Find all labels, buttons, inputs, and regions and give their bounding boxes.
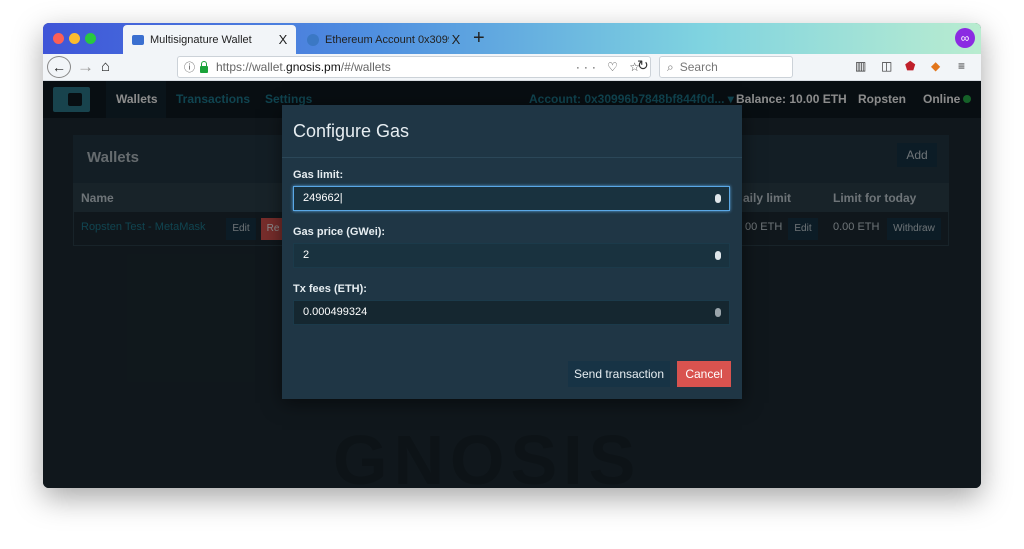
navigation-bar: ← → ⌂ ⓘ https://wallet.gnosis.pm/#/walle…	[43, 54, 981, 81]
cancel-button[interactable]: Cancel	[677, 361, 731, 387]
new-tab-button[interactable]: +	[473, 26, 485, 50]
configure-gas-dialog: Configure Gas Gas limit: 249662| Gas pri…	[282, 105, 742, 399]
url-bar[interactable]: ⓘ https://wallet.gnosis.pm/#/wallets ···…	[177, 56, 651, 78]
search-placeholder: Search	[679, 60, 718, 74]
home-icon[interactable]: ⌂	[101, 57, 110, 77]
tab-multisig-wallet[interactable]: Multisignature Wallet X	[123, 25, 296, 54]
lock-icon	[200, 60, 208, 73]
browser-window: Multisignature Wallet X Ethereum Account…	[43, 23, 981, 488]
forward-arrow-icon[interactable]: →	[77, 57, 94, 77]
tab-ethereum-account[interactable]: Ethereum Account 0x30996B7... X	[297, 25, 469, 54]
close-window-button[interactable]	[53, 33, 64, 44]
ublock-icon[interactable]: ⬟	[905, 59, 915, 73]
gas-price-input[interactable]: 2	[293, 243, 730, 268]
gas-limit-label: Gas limit:	[293, 169, 344, 181]
stepper-icon[interactable]	[715, 251, 721, 260]
tx-fees-value: 0.000499324	[303, 306, 368, 318]
metamask-fox-icon[interactable]: ◆	[931, 59, 940, 73]
zoom-window-button[interactable]	[85, 33, 96, 44]
stepper-icon	[715, 308, 721, 317]
search-icon: ⌕	[667, 59, 674, 74]
tx-fees-input: 0.000499324	[293, 300, 730, 325]
private-browsing-mask-icon: ∞	[955, 28, 975, 48]
page-actions-icons[interactable]: ··· ♡ ☆	[576, 60, 644, 74]
stepper-icon[interactable]	[715, 194, 721, 203]
tab-title: Multisignature Wallet	[150, 33, 252, 46]
url-text: https://wallet.gnosis.pm/#/wallets	[216, 60, 391, 74]
close-tab-icon[interactable]: X	[449, 32, 463, 47]
search-input[interactable]: ⌕ Search	[659, 56, 793, 78]
minimize-window-button[interactable]	[69, 33, 80, 44]
tx-fees-label: Tx fees (ETH):	[293, 283, 367, 295]
gas-price-label: Gas price (GWei):	[293, 226, 386, 238]
gas-limit-input[interactable]: 249662|	[293, 186, 730, 211]
gas-limit-value: 249662	[303, 192, 340, 204]
menu-icon[interactable]: ≡	[958, 59, 965, 73]
back-arrow-icon[interactable]: ←	[47, 56, 71, 78]
close-tab-icon[interactable]: X	[276, 32, 290, 47]
tab-bar: Multisignature Wallet X Ethereum Account…	[43, 23, 981, 54]
library-icon[interactable]: ▥	[855, 59, 866, 73]
dialog-title: Configure Gas	[293, 121, 410, 141]
sidebar-icon[interactable]: ◫	[881, 59, 892, 73]
reload-icon[interactable]: ↻	[637, 57, 649, 74]
tab-title: Ethereum Account 0x30996B7...	[325, 33, 449, 46]
gas-price-value: 2	[303, 249, 310, 261]
dialog-divider	[282, 157, 742, 158]
info-icon[interactable]: ⓘ	[184, 59, 195, 75]
wallet-favicon-icon	[132, 34, 144, 45]
send-transaction-button[interactable]: Send transaction	[568, 361, 670, 387]
etherscan-favicon-icon	[307, 33, 319, 46]
